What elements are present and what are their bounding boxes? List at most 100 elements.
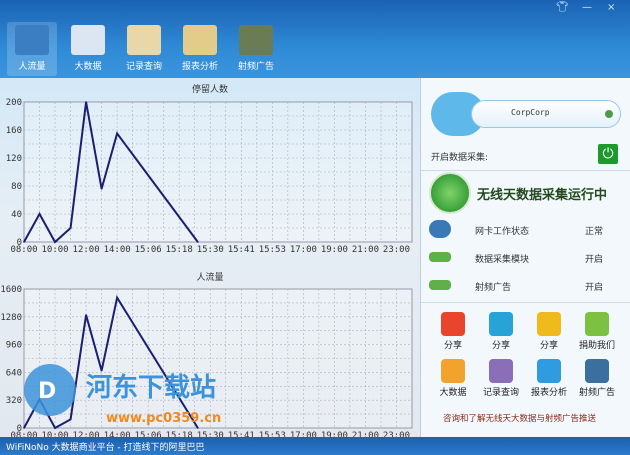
- network-card-icon: [429, 220, 451, 238]
- chart-0: 0408012016020008:00 10:00 12:00 14:00 15:06 1…: [6, 98, 413, 255]
- data-point: [197, 241, 199, 243]
- rf-toggle-icon[interactable]: [429, 280, 451, 290]
- data-point: [23, 241, 25, 243]
- shortcut-label: 分享: [539, 341, 558, 351]
- title-bar: 👕︎ — × 人流量 大数据 记录查询 报表分析 射频广告: [0, 0, 630, 78]
- search-record-icon: [127, 25, 161, 55]
- radar-icon: [429, 172, 471, 214]
- data-point: [38, 398, 41, 401]
- minimize-button[interactable]: —: [582, 2, 592, 13]
- consult-link[interactable]: 咨询和了解无线天大数据与射频广告推送: [443, 412, 596, 424]
- status-value: 开启: [585, 283, 604, 293]
- charts-svg: 0408012016020008:00 10:00 12:00 14:00 15:06 1…: [0, 98, 413, 441]
- data-point: [54, 427, 56, 429]
- report-icon: [183, 25, 217, 55]
- data-point: [54, 241, 56, 243]
- record-icon: [489, 359, 513, 383]
- status-label: 射频广告: [475, 283, 512, 293]
- toolbar-label: 报表分析: [181, 62, 218, 72]
- qzone-icon: [537, 312, 561, 336]
- cloud-icon: [537, 359, 561, 383]
- chart-title-traffic: 人流量: [196, 273, 224, 283]
- weibo-icon: [441, 312, 465, 336]
- x-tick-label: 23:00: [383, 245, 410, 255]
- data-point: [85, 314, 87, 316]
- status-label: 网卡工作状态: [475, 227, 530, 237]
- y-tick-label: 1280: [0, 313, 22, 323]
- module-toggle-icon[interactable]: [429, 252, 451, 262]
- line-chart-icon: [15, 25, 49, 55]
- x-tick-label: 19:00: [321, 245, 348, 255]
- shortcut-label: 报表分析: [530, 388, 567, 398]
- x-tick-label: 15:53: [259, 245, 286, 255]
- shortcut-label: 分享: [443, 341, 462, 351]
- x-tick-label: 14:00: [104, 245, 131, 255]
- x-tick-label: 17:00: [290, 245, 317, 255]
- shortcut-shield[interactable]: 射频广告: [577, 359, 617, 398]
- data-point: [69, 227, 72, 229]
- y-tick-label: 1600: [0, 285, 22, 295]
- toolbar-label: 人流量: [18, 62, 46, 72]
- data-point: [116, 132, 118, 135]
- shortcut-qzone[interactable]: 分享: [529, 312, 569, 351]
- power-toggle-button[interactable]: ⏻: [598, 144, 618, 164]
- data-point: [197, 427, 199, 429]
- status-bar: WiFiNoNo 大数据商业平台 - 打造线下的阿里巴巴: [0, 437, 630, 455]
- shield-icon: [585, 359, 609, 383]
- data-point: [69, 418, 72, 421]
- table-icon: [71, 25, 105, 55]
- device-name: CorpCorp: [511, 108, 550, 117]
- y-tick-label: 120: [6, 154, 22, 164]
- skin-icon[interactable]: 👕︎: [556, 2, 569, 13]
- shortcut-record[interactable]: 记录查询: [481, 359, 521, 398]
- bigdata-icon: [441, 359, 465, 383]
- x-tick-label: 21:00: [352, 245, 379, 255]
- donate-icon: [585, 312, 609, 336]
- shortcut-bigdata[interactable]: 大数据: [433, 359, 473, 398]
- device-status-dot: [605, 110, 613, 118]
- right-panel: CorpCorp 开启数据采集: ⏻ 无线天数据采集运行中 网卡工作状态 正常 …: [420, 78, 630, 437]
- y-tick-label: 160: [6, 126, 22, 136]
- x-tick-label: 10:00: [41, 245, 68, 255]
- data-point: [100, 188, 103, 190]
- x-tick-label: 08:00: [10, 245, 37, 255]
- toolbar-report-button[interactable]: 报表分析: [175, 22, 225, 76]
- toolbar-android-button[interactable]: 射频广告: [231, 22, 281, 76]
- y-tick-label: 200: [6, 98, 22, 108]
- data-point: [100, 369, 103, 372]
- toolbar-table-button[interactable]: 大数据: [63, 22, 113, 76]
- running-status: 无线天数据采集运行中: [477, 188, 608, 203]
- toolbar-search-record-button[interactable]: 记录查询: [119, 22, 169, 76]
- x-tick-label: 12:00: [73, 245, 100, 255]
- android-icon: [239, 25, 273, 55]
- shortcut-label: 分享: [491, 341, 510, 351]
- data-point: [85, 101, 87, 103]
- device-card[interactable]: CorpCorp: [431, 92, 621, 136]
- x-tick-label: 15:30: [197, 245, 224, 255]
- close-button[interactable]: ×: [607, 2, 615, 13]
- chart-1: 03206409601280160008:00 10:00 12:00 14:00 15…: [0, 285, 413, 441]
- shortcut-label: 记录查询: [482, 388, 519, 398]
- charts-area: 停留人数 人流量 0 40 80 120 160 200 08:00 10:00 12:00 14…: [0, 78, 420, 441]
- tencent-weibo-icon: [489, 312, 513, 336]
- data-point: [23, 427, 25, 429]
- y-tick-label: 40: [11, 210, 22, 220]
- y-tick-label: 80: [11, 182, 22, 192]
- toolbar-label: 射频广告: [237, 62, 274, 72]
- y-tick-label: 960: [6, 341, 22, 351]
- status-value: 正常: [585, 227, 604, 237]
- shortcut-tencent-weibo[interactable]: 分享: [481, 312, 521, 351]
- toolbar-label: 大数据: [74, 62, 102, 72]
- shortcut-weibo[interactable]: 分享: [433, 312, 473, 351]
- status-value: 开启: [585, 255, 604, 265]
- shortcut-label: 捐助我们: [578, 341, 615, 351]
- toolbar-label: 记录查询: [125, 62, 162, 72]
- y-tick-label: 640: [6, 368, 22, 378]
- shortcut-donate[interactable]: 捐助我们: [577, 312, 617, 351]
- shortcut-cloud[interactable]: 报表分析: [529, 359, 569, 398]
- y-tick-label: 320: [6, 396, 22, 406]
- chart-title-stay: 停留人数: [191, 85, 228, 95]
- shortcut-label: 大数据: [439, 388, 467, 398]
- data-point: [38, 213, 41, 215]
- toolbar-line-chart-button[interactable]: 人流量: [7, 22, 57, 76]
